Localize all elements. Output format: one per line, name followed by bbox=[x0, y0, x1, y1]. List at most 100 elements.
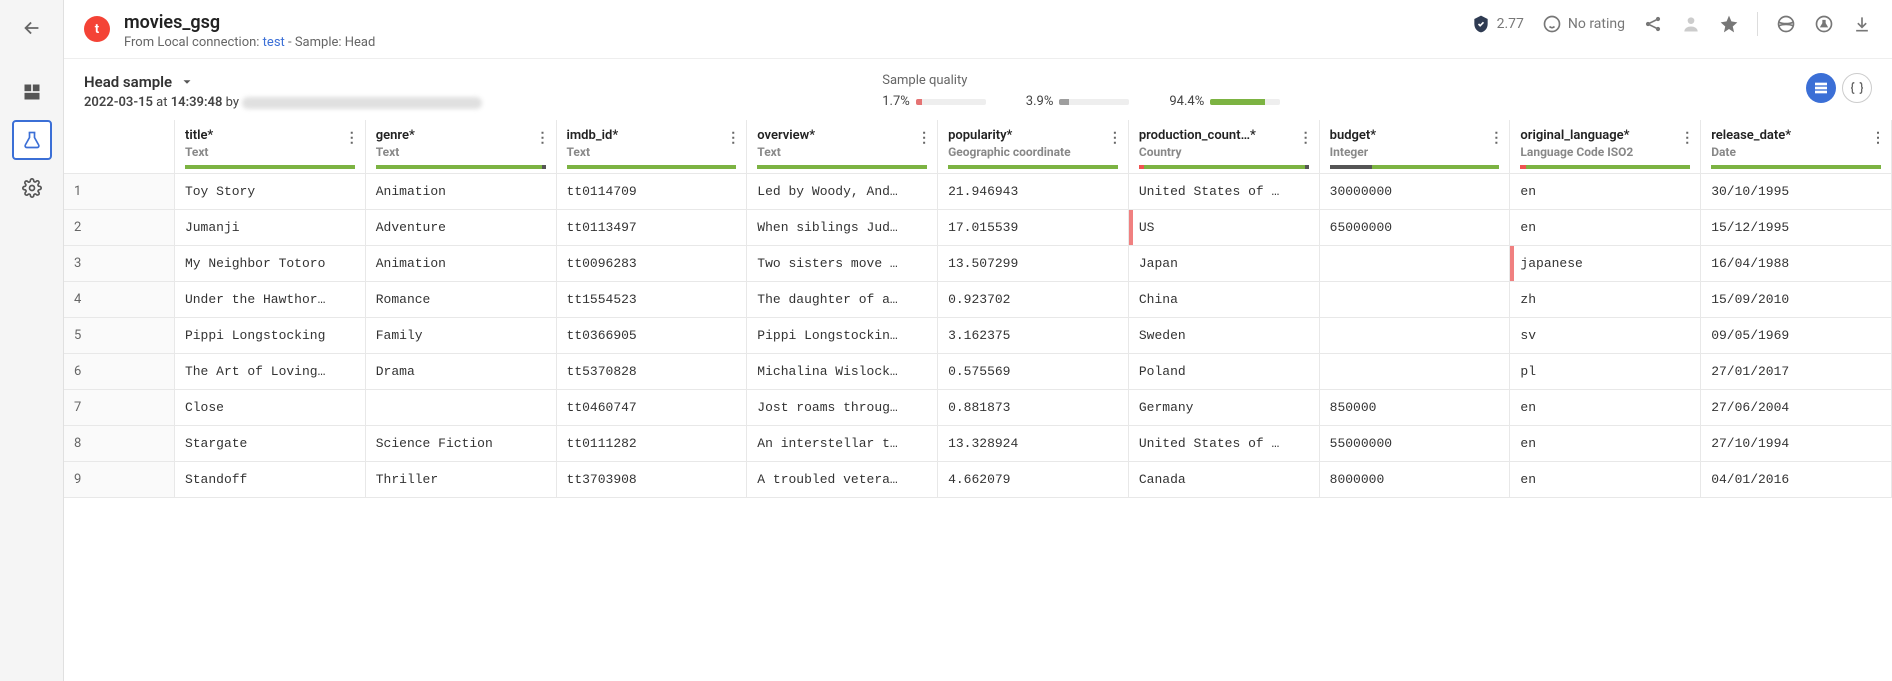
cell[interactable]: 30/10/1995 bbox=[1701, 174, 1892, 210]
cell[interactable]: 55000000 bbox=[1319, 426, 1510, 462]
cell[interactable] bbox=[1319, 354, 1510, 390]
column-header[interactable]: popularity*Geographic coordinate⋮ bbox=[938, 120, 1129, 174]
cell[interactable]: The Art of Loving… bbox=[174, 354, 365, 390]
connection-link[interactable]: test bbox=[263, 35, 285, 50]
lab-icon[interactable] bbox=[12, 120, 52, 160]
column-menu-icon[interactable]: ⋮ bbox=[1871, 130, 1885, 146]
cell[interactable]: United States of … bbox=[1128, 426, 1319, 462]
cell[interactable]: tt0096283 bbox=[556, 246, 747, 282]
cell[interactable]: en bbox=[1510, 426, 1701, 462]
cell[interactable]: tt0114709 bbox=[556, 174, 747, 210]
cell[interactable]: 09/05/1969 bbox=[1701, 318, 1892, 354]
cell[interactable]: pl bbox=[1510, 354, 1701, 390]
cell[interactable] bbox=[1319, 246, 1510, 282]
cell[interactable]: en bbox=[1510, 462, 1701, 498]
cell[interactable]: tt3703908 bbox=[556, 462, 747, 498]
cell[interactable] bbox=[1319, 318, 1510, 354]
cell[interactable]: Pippi Longstockin… bbox=[747, 318, 938, 354]
column-menu-icon[interactable]: ⋮ bbox=[345, 130, 359, 146]
table-row[interactable]: 7Closett0460747Jost roams throug…0.88187… bbox=[64, 390, 1892, 426]
table-row[interactable]: 5Pippi LongstockingFamilytt0366905Pippi … bbox=[64, 318, 1892, 354]
shield-score[interactable]: 2.77 bbox=[1471, 14, 1524, 34]
cell[interactable]: When siblings Jud… bbox=[747, 210, 938, 246]
star-icon[interactable] bbox=[1719, 14, 1739, 34]
cell[interactable]: China bbox=[1128, 282, 1319, 318]
column-menu-icon[interactable]: ⋮ bbox=[1489, 130, 1503, 146]
column-header[interactable]: overview*Text⋮ bbox=[747, 120, 938, 174]
cell[interactable]: 30000000 bbox=[1319, 174, 1510, 210]
cell[interactable]: 0.575569 bbox=[938, 354, 1129, 390]
cell[interactable]: en bbox=[1510, 390, 1701, 426]
cell[interactable]: 0.923702 bbox=[938, 282, 1129, 318]
user-icon[interactable] bbox=[1681, 14, 1701, 34]
cell[interactable]: tt0460747 bbox=[556, 390, 747, 426]
table-row[interactable]: 1Toy StoryAnimationtt0114709Led by Woody… bbox=[64, 174, 1892, 210]
cell[interactable]: An interstellar t… bbox=[747, 426, 938, 462]
column-header[interactable]: genre*Text⋮ bbox=[365, 120, 556, 174]
cell[interactable]: United States of … bbox=[1128, 174, 1319, 210]
cell[interactable]: 21.946943 bbox=[938, 174, 1129, 210]
cell[interactable]: The daughter of a… bbox=[747, 282, 938, 318]
table-row[interactable]: 4Under the Hawthor…Romancett1554523The d… bbox=[64, 282, 1892, 318]
cell[interactable]: Family bbox=[365, 318, 556, 354]
cell[interactable]: 15/12/1995 bbox=[1701, 210, 1892, 246]
cell[interactable] bbox=[1319, 282, 1510, 318]
table-view-button[interactable] bbox=[1806, 73, 1836, 103]
column-header[interactable]: release_date*Date⋮ bbox=[1701, 120, 1892, 174]
share-icon[interactable] bbox=[1643, 14, 1663, 34]
cell[interactable]: Adventure bbox=[365, 210, 556, 246]
cell[interactable]: Drama bbox=[365, 354, 556, 390]
cell[interactable]: tt5370828 bbox=[556, 354, 747, 390]
column-menu-icon[interactable]: ⋮ bbox=[536, 130, 550, 146]
cell[interactable]: 27/01/2017 bbox=[1701, 354, 1892, 390]
table-row[interactable]: 8StargateScience Fictiontt0111282An inte… bbox=[64, 426, 1892, 462]
cell[interactable]: Toy Story bbox=[174, 174, 365, 210]
cell[interactable]: 16/04/1988 bbox=[1701, 246, 1892, 282]
cell[interactable]: Japan bbox=[1128, 246, 1319, 282]
cell[interactable]: tt0111282 bbox=[556, 426, 747, 462]
table-row[interactable]: 9StandoffThrillertt3703908A troubled vet… bbox=[64, 462, 1892, 498]
cell[interactable]: 17.015539 bbox=[938, 210, 1129, 246]
cell[interactable]: Romance bbox=[365, 282, 556, 318]
column-menu-icon[interactable]: ⋮ bbox=[917, 130, 931, 146]
table-row[interactable]: 6The Art of Loving…Dramatt5370828Michali… bbox=[64, 354, 1892, 390]
column-header[interactable]: production_count…*Country⋮ bbox=[1128, 120, 1319, 174]
cell[interactable]: Animation bbox=[365, 174, 556, 210]
cell[interactable]: Standoff bbox=[174, 462, 365, 498]
cell[interactable]: 13.507299 bbox=[938, 246, 1129, 282]
cell[interactable]: japanese bbox=[1510, 246, 1701, 282]
cell[interactable]: 27/06/2004 bbox=[1701, 390, 1892, 426]
table-row[interactable]: 3My Neighbor TotoroAnimationtt0096283Two… bbox=[64, 246, 1892, 282]
column-header[interactable]: title*Text⋮ bbox=[174, 120, 365, 174]
column-header[interactable]: imdb_id*Text⋮ bbox=[556, 120, 747, 174]
column-header[interactable]: original_language*Language Code ISO2⋮ bbox=[1510, 120, 1701, 174]
download-icon[interactable] bbox=[1852, 14, 1872, 34]
cell[interactable]: Jumanji bbox=[174, 210, 365, 246]
cell[interactable]: 8000000 bbox=[1319, 462, 1510, 498]
column-menu-icon[interactable]: ⋮ bbox=[1299, 130, 1313, 146]
cell[interactable]: tt1554523 bbox=[556, 282, 747, 318]
cell[interactable]: Jost roams throug… bbox=[747, 390, 938, 426]
cell[interactable]: 850000 bbox=[1319, 390, 1510, 426]
cell[interactable]: Sweden bbox=[1128, 318, 1319, 354]
json-view-button[interactable] bbox=[1842, 73, 1872, 103]
flask-icon[interactable] bbox=[1814, 14, 1834, 34]
cell[interactable]: Two sisters move … bbox=[747, 246, 938, 282]
cell[interactable]: 3.162375 bbox=[938, 318, 1129, 354]
cell[interactable]: Michalina Wislock… bbox=[747, 354, 938, 390]
cell[interactable]: Animation bbox=[365, 246, 556, 282]
settings-icon[interactable] bbox=[12, 168, 52, 208]
cell[interactable]: Thriller bbox=[365, 462, 556, 498]
cell[interactable]: 0.881873 bbox=[938, 390, 1129, 426]
cell[interactable]: Pippi Longstocking bbox=[174, 318, 365, 354]
cell[interactable]: Led by Woody, And… bbox=[747, 174, 938, 210]
cell[interactable]: 13.328924 bbox=[938, 426, 1129, 462]
cell[interactable]: Stargate bbox=[174, 426, 365, 462]
cell[interactable]: Germany bbox=[1128, 390, 1319, 426]
cell[interactable]: Canada bbox=[1128, 462, 1319, 498]
table-row[interactable]: 2JumanjiAdventurett0113497When siblings … bbox=[64, 210, 1892, 246]
cell[interactable]: zh bbox=[1510, 282, 1701, 318]
cell[interactable]: 65000000 bbox=[1319, 210, 1510, 246]
cell[interactable]: My Neighbor Totoro bbox=[174, 246, 365, 282]
cell[interactable]: tt0366905 bbox=[556, 318, 747, 354]
